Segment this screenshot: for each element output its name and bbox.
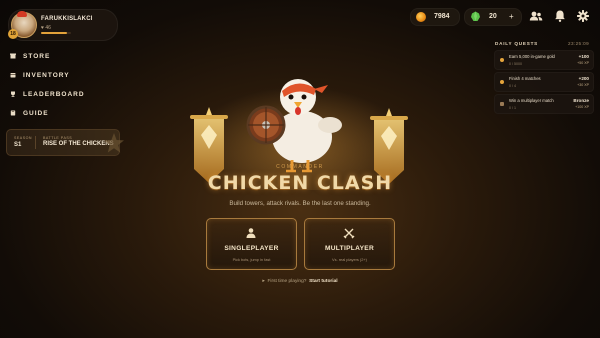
- season-number: S1: [14, 142, 22, 148]
- coins-value: 7984: [434, 13, 450, 20]
- add-gems-button[interactable]: +: [509, 12, 514, 21]
- shield-icon: [246, 105, 286, 145]
- nav-label: STORE: [23, 52, 51, 60]
- user-icon: [246, 228, 256, 238]
- gem-icon: [471, 11, 480, 21]
- quests-timer: 23:25:09: [568, 41, 590, 46]
- game-tagline: Build towers, attack rivals. Be the last…: [229, 200, 371, 207]
- quests-title: DAILY QUESTS: [495, 41, 539, 46]
- nav-item-store[interactable]: STORE: [10, 49, 100, 63]
- xp-bar: [41, 32, 71, 34]
- play-icon: ▸: [262, 279, 265, 284]
- xp-bar-fill: [41, 32, 67, 34]
- divider: [35, 136, 36, 149]
- avatar-comb: [17, 11, 27, 17]
- quest-coin-icon: [500, 80, 504, 84]
- tutorial-question: First time playing?: [267, 279, 307, 284]
- quest-xp: +100 XP: [575, 105, 589, 109]
- singleplayer-button[interactable]: SINGLEPLAYER Pick bots, jump in fast: [206, 218, 297, 270]
- coin-icon: [416, 12, 426, 22]
- quest-chest-icon: [500, 102, 504, 106]
- gems-value: 20: [489, 13, 497, 20]
- mode-subtitle: Vs. real players (2+): [332, 257, 367, 262]
- quest-item[interactable]: Earn 5,000 in-game gold 0 / 5000 +100 +5…: [494, 50, 594, 70]
- quest-title: Finish 4 matches: [509, 76, 541, 81]
- crossed-swords-icon: [343, 228, 355, 239]
- quest-title: Win a multiplayer match: [509, 98, 554, 103]
- nav-item-guide[interactable]: GUIDE: [10, 106, 100, 120]
- book-icon: [10, 110, 16, 116]
- store-icon: [10, 53, 16, 59]
- battle-pass-card[interactable]: SEASON S1 BATTLE PASS RISE OF THE CHICKE…: [6, 129, 124, 156]
- profile-chip[interactable]: 18 FARUKKISLAKCI ♥ 46: [8, 9, 118, 41]
- nav-label: GUIDE: [23, 109, 49, 117]
- quest-xp: +50 XP: [577, 61, 589, 65]
- friends-icon[interactable]: [528, 8, 544, 24]
- nav-item-inventory[interactable]: INVENTORY: [10, 68, 100, 82]
- star-icon: [104, 133, 124, 153]
- quest-progress: 0 / 4: [509, 84, 516, 88]
- mode-title: SINGLEPLAYER: [224, 245, 279, 252]
- nav-label: INVENTORY: [23, 71, 70, 79]
- quest-item[interactable]: Win a multiplayer match 0 / 1 Bronze +10…: [494, 94, 594, 114]
- quest-reward: Bronze: [573, 98, 589, 103]
- coins-balance[interactable]: 7984: [410, 8, 460, 26]
- mode-subtitle: Pick bots, jump in fast: [232, 257, 271, 262]
- tutorial-prompt: ▸ First time playing? Start tutorial: [0, 279, 600, 284]
- quest-progress: 0 / 5000: [509, 62, 522, 66]
- nav-item-leaderboard[interactable]: LEADERBOARD: [10, 87, 100, 101]
- inventory-icon: [10, 73, 16, 78]
- game-title: CHICKEN CLASH: [207, 172, 393, 194]
- season-label: SEASON: [14, 136, 32, 140]
- trophy-icon: [11, 91, 15, 97]
- level-badge: 18: [8, 29, 18, 39]
- quest-reward: +200: [578, 76, 589, 81]
- start-tutorial-link[interactable]: Start tutorial: [309, 279, 338, 284]
- quest-coin-icon: [500, 58, 504, 62]
- multiplayer-button[interactable]: MULTIPLAYER Vs. real players (2+): [304, 218, 395, 270]
- battle-pass-label: BATTLE PASS: [43, 136, 73, 140]
- quest-reward: +100: [578, 54, 589, 59]
- hero-kicker: COMMANDER: [276, 164, 324, 170]
- quest-item[interactable]: Finish 4 matches 0 / 4 +200 +30 XP: [494, 72, 594, 92]
- bell-icon[interactable]: [552, 8, 568, 24]
- nav-label: LEADERBOARD: [23, 90, 85, 98]
- quest-title: Earn 5,000 in-game gold: [509, 54, 555, 59]
- quest-xp: +30 XP: [577, 83, 589, 87]
- gear-icon[interactable]: [575, 8, 591, 24]
- username: FARUKKISLAKCI: [41, 16, 93, 22]
- mode-title: MULTIPLAYER: [324, 245, 375, 252]
- hearts-count: ♥ 46: [41, 25, 51, 31]
- quest-progress: 0 / 1: [509, 106, 516, 110]
- gems-balance[interactable]: 20 +: [464, 8, 522, 26]
